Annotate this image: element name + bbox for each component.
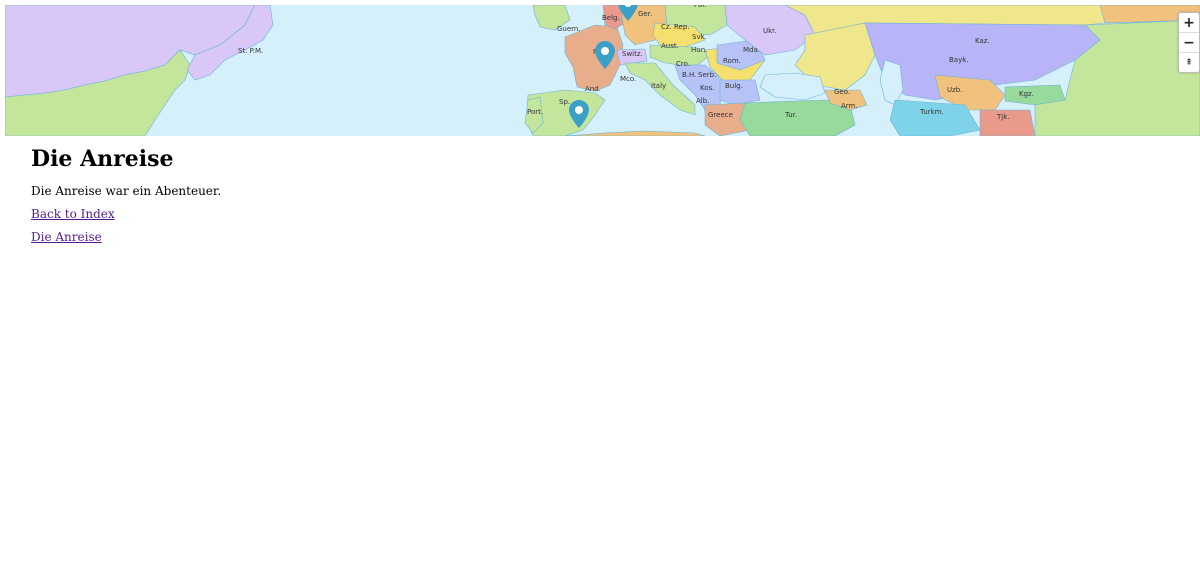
map-label-ukr: Ukr.: [763, 27, 777, 35]
map-label-greece: Greece: [708, 111, 733, 119]
reset-north-button[interactable]: ⇞: [1179, 53, 1199, 72]
map-label-and: And.: [585, 85, 601, 93]
map-label-cro: Cro.: [676, 60, 690, 68]
zoom-out-button[interactable]: −: [1179, 33, 1199, 53]
map-label-bulg: Bulg.: [725, 82, 743, 90]
map-label-guern: Guern.: [557, 25, 581, 33]
map-label-bayk: Bayk.: [949, 56, 969, 64]
map-label-aust: Aust.: [661, 42, 679, 50]
page-title: Die Anreise: [31, 146, 174, 172]
map-label-hun: Hun.: [691, 46, 708, 54]
map-label-geo: Geo.: [834, 88, 851, 96]
die-anreise-link[interactable]: Die Anreise: [31, 230, 102, 244]
map-label-arm: Arm.: [841, 102, 858, 110]
map-label-alb: Alb.: [696, 97, 710, 105]
map-label-turkm: Turkm.: [920, 108, 944, 116]
back-to-index-link[interactable]: Back to Index: [31, 207, 115, 221]
map-label-serb: Serb.: [698, 71, 717, 79]
map-label-st-pm: St. P.M.: [238, 47, 264, 55]
location-marker-icon[interactable]: [618, 5, 638, 23]
map-label-bh: B.H.: [682, 71, 697, 79]
map-label-kgz: Kgz.: [1019, 90, 1034, 98]
map-label-cz: Cz. Rep.: [661, 23, 690, 31]
map-label-uzb: Uzb.: [947, 86, 963, 94]
link-row: Back to Index: [31, 208, 221, 221]
link-row: Die Anreise: [31, 231, 221, 244]
zoom-in-button[interactable]: +: [1179, 13, 1199, 33]
map-label-kos: Kos.: [700, 84, 715, 92]
map-label-pol: Pol.: [694, 5, 707, 9]
map-label-mda: Mda.: [743, 46, 760, 54]
map-label-tur: Tur.: [785, 111, 798, 119]
map-label-port: Port.: [527, 108, 544, 116]
map-label-italy: Italy: [651, 82, 667, 90]
zoom-control: + − ⇞: [1178, 12, 1200, 73]
body-text: Die Anreise war ein Abenteuer.: [31, 184, 222, 198]
map-label-rom: Rom.: [723, 57, 741, 65]
location-marker-icon[interactable]: [569, 100, 589, 130]
map-label-ger: Ger.: [638, 10, 653, 18]
map-view[interactable]: St. P.M. Guern. Belg. Ger. Pol. Cz. Rep. Ukr. K…: [5, 5, 1200, 136]
content-area: Die Anreise Die Anreise war ein Abenteue…: [31, 146, 221, 254]
map-label-switz: Switz.: [622, 50, 643, 58]
map-label-slvk: Svk.: [692, 33, 707, 41]
map-label-kaz: Kaz.: [975, 37, 990, 45]
map-label-mco: Mco.: [620, 75, 637, 83]
location-marker-icon[interactable]: [595, 41, 615, 71]
map-label-tjk: Tjk.: [997, 113, 1010, 121]
